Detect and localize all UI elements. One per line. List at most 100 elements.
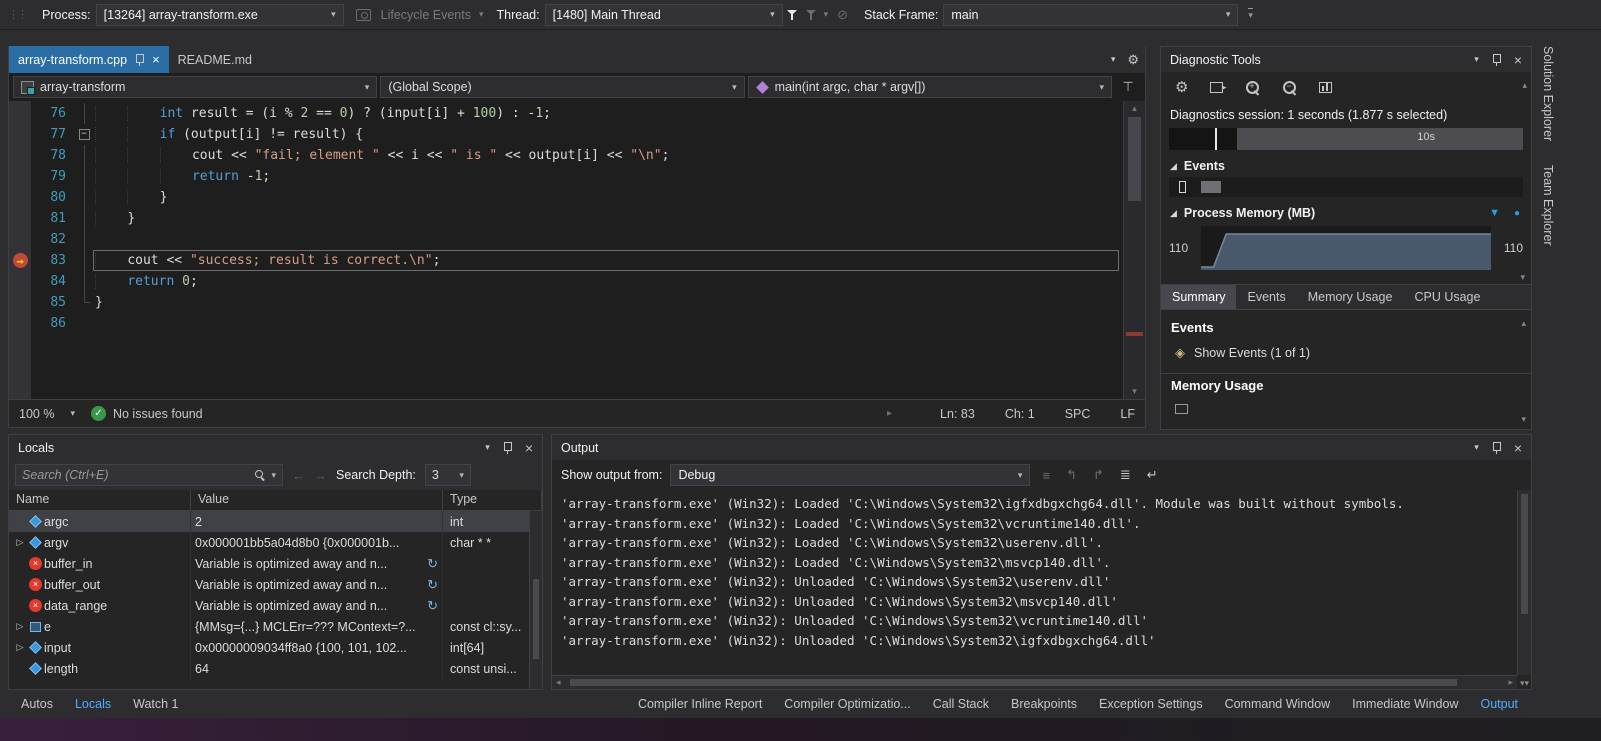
find-message-icon[interactable]: ≡ [1042, 468, 1050, 483]
code-line-text[interactable]: } [93, 292, 1119, 313]
scroll-up-icon[interactable]: ▴ [1124, 103, 1145, 114]
diag-tab-events[interactable]: Events [1236, 285, 1296, 309]
panel-tab-exception-settings[interactable]: Exception Settings [1088, 692, 1214, 716]
scroll-down-icon[interactable]: ▾ [1521, 414, 1526, 425]
panel-tab-autos[interactable]: Autos [10, 692, 64, 716]
code-line-80[interactable]: 80 } [9, 187, 1145, 208]
editor-tab-readme-md[interactable]: README.md [169, 46, 261, 73]
output-horizontal-scrollbar[interactable]: ◂ ▸ [552, 675, 1517, 689]
code-line-81[interactable]: 81 } [9, 208, 1145, 229]
side-tab-solution-explorer[interactable]: Solution Explorer [1539, 42, 1557, 145]
close-icon[interactable]: × [525, 441, 533, 455]
zoom-dropdown[interactable]: 100 % ▾ [19, 407, 91, 421]
locals-row-input[interactable]: ▷input0x00000009034ff8a0 {100, 101, 102.… [9, 637, 542, 658]
events-section-header[interactable]: ◢ Events [1161, 155, 1531, 177]
window-menu-icon[interactable]: ▾ [1474, 442, 1479, 453]
output-title[interactable]: Output ▾ × [552, 435, 1531, 460]
panel-tab-command-window[interactable]: Command Window [1214, 692, 1342, 716]
pin-icon[interactable] [134, 53, 145, 66]
search-input[interactable] [22, 468, 250, 482]
gear-icon[interactable]: ⚙ [1127, 52, 1139, 68]
fold-margin[interactable] [75, 271, 93, 292]
panel-tab-immediate-window[interactable]: Immediate Window [1341, 692, 1469, 716]
active-files-dropdown-icon[interactable]: ▾ [1111, 54, 1116, 65]
panel-tab-breakpoints[interactable]: Breakpoints [1000, 692, 1088, 716]
code-line-text[interactable]: return 0; [93, 271, 1119, 292]
fold-margin[interactable] [75, 145, 93, 166]
code-line-text[interactable]: } [93, 208, 1119, 229]
scroll-down-icon[interactable]: ▾ [1124, 386, 1145, 397]
lifecycle-events-button[interactable]: Lifecycle Events [381, 8, 471, 22]
code-line-76[interactable]: 76 int result = (i % 2 == 0) ? (input[i]… [9, 103, 1145, 124]
breakpoint-margin[interactable] [9, 187, 31, 208]
diag-tab-summary[interactable]: Summary [1161, 285, 1236, 309]
breakpoint-margin[interactable] [9, 292, 31, 313]
eol-indicator[interactable]: LF [1120, 407, 1135, 421]
memory-usage-graph[interactable] [1201, 226, 1491, 270]
code-line-86[interactable]: 86 [9, 313, 1145, 334]
output-vertical-scrollbar[interactable] [1517, 490, 1531, 675]
process-memory-section-header[interactable]: ◢ Process Memory (MB) ▼ ● [1161, 202, 1531, 224]
code-line-text[interactable]: return -1; [93, 166, 1119, 187]
show-events-row[interactable]: ◈ Show Events (1 of 1) [1161, 343, 1531, 373]
refresh-icon[interactable]: ↻ [427, 598, 438, 614]
expand-icon[interactable]: ▷ [13, 537, 27, 548]
breakpoint-margin[interactable]: → [9, 250, 31, 271]
breakpoint-margin[interactable] [9, 103, 31, 124]
pin-icon[interactable] [1491, 53, 1502, 66]
fold-margin[interactable] [75, 250, 93, 271]
settings-gear-icon[interactable]: ⚙ [1175, 78, 1188, 96]
code-line-text[interactable]: cout << "fail; element " << i << " is " … [93, 145, 1119, 166]
code-line-text[interactable]: } [93, 187, 1119, 208]
issues-status[interactable]: No issues found [113, 407, 203, 421]
locals-title[interactable]: Locals ▾ × [9, 435, 542, 460]
next-message-icon[interactable]: ↱ [1093, 467, 1104, 483]
code-line-text[interactable]: if (output[i] != result) { [93, 124, 1119, 145]
code-line-79[interactable]: 79 return -1; [9, 166, 1145, 187]
snapshot-row[interactable] [1161, 401, 1531, 415]
fold-collapse-icon[interactable]: − [79, 129, 90, 140]
filter-flagged-icon[interactable] [806, 9, 817, 21]
process-dropdown[interactable]: [13264] array-transform.exe ▾ [96, 4, 344, 26]
code-line-84[interactable]: 84 return 0; [9, 271, 1145, 292]
breakpoint-margin[interactable] [9, 208, 31, 229]
column-header-value[interactable]: Value [191, 490, 443, 510]
side-tab-team-explorer[interactable]: Team Explorer [1539, 161, 1557, 250]
zoom-out-icon[interactable]: − [1282, 80, 1297, 95]
scroll-right-icon[interactable]: ▸ [887, 408, 892, 419]
timeline-caret[interactable] [1215, 128, 1217, 150]
expand-icon[interactable]: ▷ [13, 642, 27, 653]
suppress-jit-icon[interactable]: ⊘ [837, 7, 848, 23]
scrollbar-thumb[interactable] [533, 579, 539, 659]
search-icon[interactable] [255, 470, 266, 481]
reset-view-icon[interactable] [1319, 82, 1332, 93]
scroll-down-icon[interactable]: ▾▾ [1520, 678, 1529, 689]
locals-row-data-range[interactable]: ×data_rangeVariable is optimized away an… [9, 595, 542, 616]
split-editor-icon[interactable]: ⊤ [1115, 79, 1141, 95]
fold-margin[interactable] [75, 187, 93, 208]
fold-margin[interactable] [75, 292, 93, 313]
code-line-83[interactable]: →83 cout << "success; result is correct.… [9, 250, 1145, 271]
stack-frame-dropdown[interactable]: main ▾ [943, 4, 1238, 26]
output-source-dropdown[interactable]: Debug ▾ [670, 464, 1030, 486]
fold-margin[interactable]: − [75, 124, 93, 145]
panel-tab-call-stack[interactable]: Call Stack [922, 692, 1000, 716]
panel-tab-output[interactable]: Output [1469, 692, 1529, 716]
scroll-down-icon[interactable]: ▾ [1161, 272, 1531, 284]
code-line-82[interactable]: 82 [9, 229, 1145, 250]
word-wrap-icon[interactable]: ↵ [1147, 467, 1158, 483]
code-line-77[interactable]: 77− if (output[i] != result) { [9, 124, 1145, 145]
search-depth-dropdown[interactable]: 3 ▾ [425, 464, 471, 486]
chevron-down-icon[interactable]: ▾ [271, 470, 276, 481]
diag-tab-cpu-usage[interactable]: CPU Usage [1403, 285, 1491, 309]
toolbar-grip[interactable]: ⋮⋮ [8, 8, 26, 21]
event-marker-icon[interactable] [1179, 181, 1186, 193]
code-line-85[interactable]: 85} [9, 292, 1145, 313]
event-marker-icon[interactable] [1201, 181, 1221, 193]
code-line-text[interactable]: int result = (i % 2 == 0) ? (input[i] + … [93, 103, 1119, 124]
window-menu-icon[interactable]: ▾ [1474, 54, 1479, 65]
diagnostic-tools-title[interactable]: Diagnostic Tools ▾ × [1161, 47, 1531, 72]
close-icon[interactable]: × [1514, 441, 1522, 455]
scroll-up-icon[interactable]: ▴ [1522, 80, 1527, 91]
function-dropdown[interactable]: main(int argc, char * argv[]) ▾ [748, 76, 1112, 98]
